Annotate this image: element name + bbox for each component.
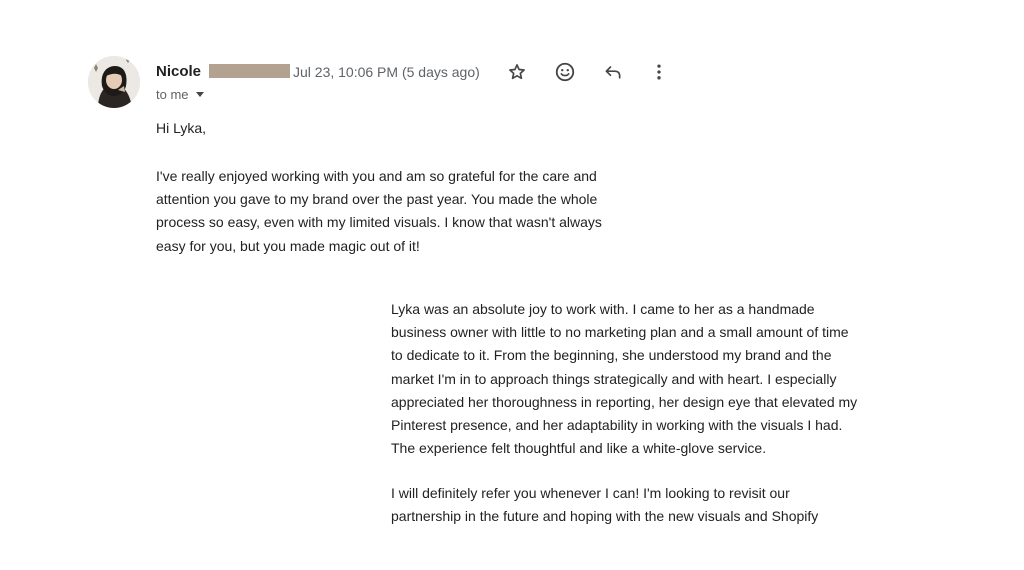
sender-avatar[interactable] — [88, 56, 140, 108]
testimonial-line: business owner with little to no marketi… — [391, 324, 849, 341]
closing-line: partnership in the future and hoping wit… — [391, 508, 819, 525]
email-message-view: Nicole Jul 23, 10:06 PM (5 days ago) to … — [0, 0, 1024, 570]
email-body-paragraph: I've really enjoyed working with you and… — [156, 165, 656, 258]
testimonial-line: Pinterest presence, and her adaptability… — [391, 417, 843, 434]
testimonial-line: to dedicate to it. From the beginning, s… — [391, 347, 832, 364]
recipient-details-toggle[interactable]: to me — [156, 87, 204, 102]
sender-name: Nicole — [156, 63, 202, 80]
star-button[interactable] — [504, 59, 530, 85]
testimonial-line: The experience felt thoughtful and like … — [391, 440, 767, 457]
avatar-photo-icon — [88, 56, 140, 108]
email-greeting: Hi Lyka, — [156, 120, 207, 136]
closing-line: I will definitely refer you whenever I c… — [391, 485, 790, 501]
reply-icon — [605, 66, 621, 79]
chevron-down-icon — [195, 92, 204, 97]
emoji-reaction-icon — [555, 62, 575, 82]
testimonial-line: Lyka was an absolute joy to work with. I… — [391, 301, 815, 317]
reply-button[interactable] — [600, 59, 626, 85]
testimonial-paragraph: Lyka was an absolute joy to work with. I… — [391, 298, 911, 460]
email-date: Jul 23, 10:06 PM (5 days ago) — [293, 64, 480, 80]
more-vertical-icon — [657, 64, 661, 80]
redacted-surname — [209, 64, 290, 78]
testimonial-line: market I'm in to approach things strateg… — [391, 370, 837, 387]
body-line: easy for you, but you made magic out of … — [156, 237, 420, 254]
body-line: I've really enjoyed working with you and… — [156, 168, 597, 184]
recipient-label: to me — [156, 87, 189, 102]
add-reaction-button[interactable] — [552, 59, 578, 85]
closing-paragraph: I will definitely refer you whenever I c… — [391, 482, 911, 528]
body-line: process so easy, even with my limited vi… — [156, 214, 602, 231]
more-options-button[interactable] — [646, 59, 672, 85]
testimonial-line: appreciated her thoroughness in reportin… — [391, 393, 858, 410]
star-outline-icon — [509, 64, 525, 80]
body-line: attention you gave to my brand over the … — [156, 191, 598, 208]
